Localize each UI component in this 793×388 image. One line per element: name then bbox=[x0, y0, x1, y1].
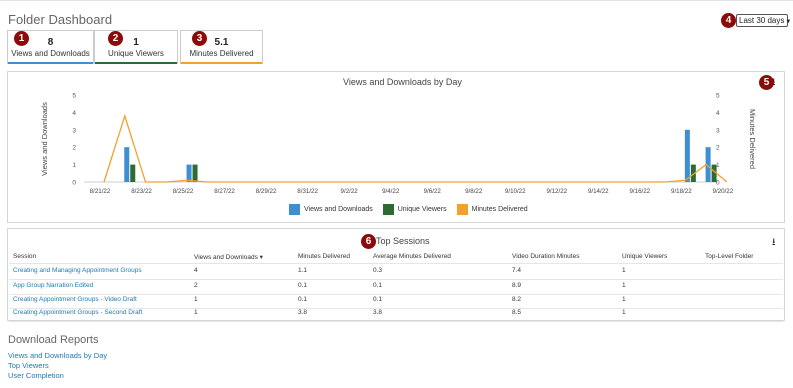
x-tick-label: 9/20/22 bbox=[713, 188, 734, 195]
legend-label: Views and Downloads bbox=[304, 206, 373, 213]
x-tick-label: 9/18/22 bbox=[671, 188, 692, 195]
y-tick-label: 3 bbox=[72, 127, 76, 134]
legend-label: Unique Viewers bbox=[397, 206, 447, 213]
table-divider bbox=[9, 263, 783, 264]
legend-label: Minutes Delivered bbox=[471, 206, 528, 213]
x-tick-label: 9/8/22 bbox=[465, 188, 483, 195]
bar-views-and-downloads bbox=[684, 129, 690, 182]
y-tick-label: 0 bbox=[72, 180, 76, 187]
column-header-session[interactable]: Session bbox=[13, 253, 36, 260]
bar-unique-viewers bbox=[192, 164, 198, 182]
column-header-folder[interactable]: Top-Level Folder bbox=[705, 253, 753, 260]
chart-legend: Views and Downloads Unique Viewers Minut… bbox=[289, 204, 538, 215]
table-cell: 1.1 bbox=[298, 267, 308, 274]
x-tick-label: 9/10/22 bbox=[505, 188, 526, 195]
y-tick-label: 1 bbox=[72, 162, 76, 169]
table-cell: 0.1 bbox=[373, 296, 383, 303]
x-tick-label: 9/14/22 bbox=[588, 188, 609, 195]
table-row-divider bbox=[9, 294, 783, 295]
annotation-badge-1: 1 bbox=[14, 31, 29, 46]
table-row-divider bbox=[9, 321, 783, 322]
y-tick-label: 4 bbox=[72, 110, 76, 117]
y-right-tick-label: 4 bbox=[716, 110, 720, 117]
table-cell: 0.1 bbox=[298, 296, 308, 303]
table-cell: 7.4 bbox=[512, 267, 522, 274]
column-header-views[interactable]: Views and Downloads ▾ bbox=[194, 253, 263, 261]
report-link-user-completion[interactable]: User Completion bbox=[8, 371, 64, 380]
report-link-views-downloads[interactable]: Views and Downloads by Day bbox=[8, 351, 107, 360]
column-header-average-minutes[interactable]: Average Minutes Delivered bbox=[373, 253, 451, 260]
bar-views-and-downloads bbox=[124, 147, 130, 182]
table-cell: 1 bbox=[622, 267, 626, 274]
annotation-badge-5: 5 bbox=[759, 75, 774, 90]
legend-swatch bbox=[289, 204, 300, 215]
annotation-badge-4: 4 bbox=[721, 13, 736, 28]
table-cell: 0.1 bbox=[373, 282, 383, 289]
legend-item-minutes[interactable]: Minutes Delivered bbox=[456, 204, 528, 215]
sort-desc-icon: ▾ bbox=[259, 254, 263, 261]
table-cell: 8.9 bbox=[512, 282, 522, 289]
report-link-top-viewers[interactable]: Top Viewers bbox=[8, 361, 49, 370]
session-link[interactable]: Creating Appointment Groups - Video Draf… bbox=[13, 296, 137, 303]
table-cell: 8.2 bbox=[512, 296, 522, 303]
y-tick-label: 5 bbox=[72, 93, 76, 100]
y-axis-right-title: Minutes Delivered bbox=[748, 109, 757, 169]
table-cell: 1 bbox=[622, 309, 626, 316]
table-cell: 8.5 bbox=[512, 309, 522, 316]
y-axis-title: Views and Downloads bbox=[40, 102, 49, 176]
x-tick-label: 9/6/22 bbox=[424, 188, 442, 195]
table-cell: 1 bbox=[194, 309, 198, 316]
table-cell: 0.3 bbox=[373, 267, 383, 274]
table-cell: 1 bbox=[194, 296, 198, 303]
y-right-tick-label: 2 bbox=[716, 145, 720, 152]
bar-unique-viewers bbox=[130, 164, 136, 182]
download-icon[interactable]: ⭳ bbox=[772, 235, 776, 252]
table-cell: 0.1 bbox=[298, 282, 308, 289]
table-cell: 1 bbox=[622, 296, 626, 303]
legend-item-viewers[interactable]: Unique Viewers bbox=[382, 204, 447, 215]
y-right-tick-label: 5 bbox=[716, 93, 720, 100]
session-link[interactable]: App Group Narration Edited bbox=[13, 282, 93, 289]
x-tick-label: 9/12/22 bbox=[546, 188, 567, 195]
table-cell: 1 bbox=[622, 282, 626, 289]
legend-swatch bbox=[382, 204, 394, 215]
x-tick-label: 8/31/22 bbox=[297, 188, 318, 195]
legend-item-views[interactable]: Views and Downloads bbox=[289, 204, 373, 215]
column-header-minutes[interactable]: Minutes Delivered bbox=[298, 253, 350, 260]
annotation-badge-6: 6 bbox=[361, 234, 376, 249]
column-header-label: Views and Downloads bbox=[194, 254, 258, 261]
x-tick-label: 9/2/22 bbox=[341, 188, 359, 195]
x-tick-label: 9/4/22 bbox=[382, 188, 400, 195]
table-cell: 4 bbox=[194, 267, 198, 274]
table-row-divider bbox=[9, 279, 783, 280]
x-tick-label: 8/29/22 bbox=[256, 188, 277, 195]
x-tick-label: 8/21/22 bbox=[90, 188, 111, 195]
annotation-badge-2: 2 bbox=[108, 31, 123, 46]
x-tick-label: 8/27/22 bbox=[214, 188, 235, 195]
session-link[interactable]: Creating Appointment Groups - Second Dra… bbox=[13, 309, 142, 316]
top-sessions-title: Top Sessions bbox=[376, 236, 430, 246]
table-cell: 3.8 bbox=[298, 309, 308, 316]
column-header-unique-viewers[interactable]: Unique Viewers bbox=[622, 253, 667, 260]
views-downloads-chart: 5 54 43 32 21 10 0Views and Downloads Minutes D… bbox=[40, 93, 757, 196]
session-link[interactable]: Creating and Managing Appointment Groups bbox=[13, 267, 142, 274]
table-cell: 3.8 bbox=[373, 309, 383, 316]
annotation-badge-3: 3 bbox=[192, 31, 207, 46]
y-tick-label: 2 bbox=[72, 145, 76, 152]
table-cell: 2 bbox=[194, 282, 198, 289]
x-tick-label: 8/25/22 bbox=[173, 188, 194, 195]
x-tick-label: 8/23/22 bbox=[131, 188, 152, 195]
bar-views-and-downloads bbox=[186, 164, 192, 182]
download-reports-title: Download Reports bbox=[8, 334, 99, 346]
legend-swatch bbox=[456, 204, 468, 215]
x-tick-label: 9/16/22 bbox=[629, 188, 650, 195]
y-right-tick-label: 3 bbox=[716, 127, 720, 134]
column-header-duration[interactable]: Video Duration Minutes bbox=[512, 253, 579, 260]
